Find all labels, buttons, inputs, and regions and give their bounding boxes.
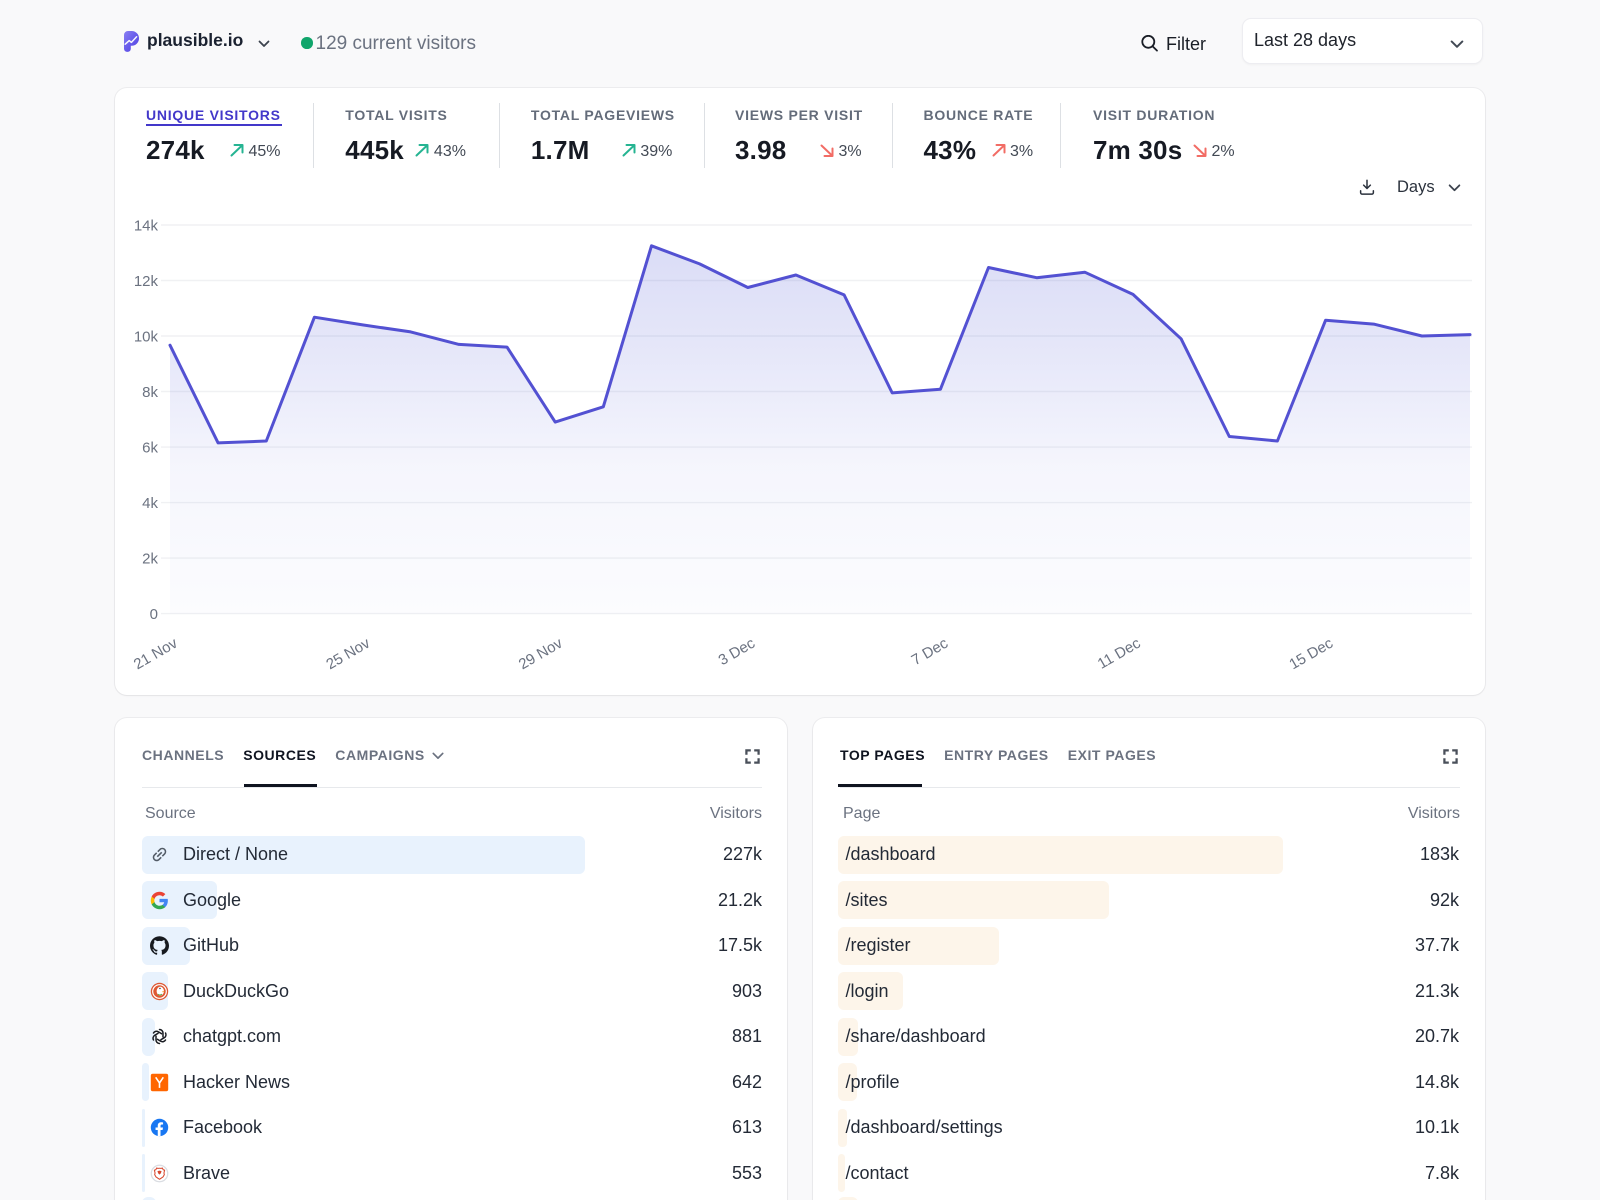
svg-text:2k: 2k [142,551,158,568]
svg-text:15 Dec: 15 Dec [1286,634,1336,673]
svg-text:7 Dec: 7 Dec [909,634,952,669]
svg-text:12k: 12k [134,273,159,290]
svg-text:14k: 14k [134,218,159,235]
svg-text:11 Dec: 11 Dec [1095,634,1144,672]
svg-text:4k: 4k [142,495,158,512]
svg-text:25 Nov: 25 Nov [323,634,373,673]
svg-text:10k: 10k [134,329,159,346]
svg-text:6k: 6k [142,440,158,457]
svg-text:3 Dec: 3 Dec [716,634,759,669]
svg-text:8k: 8k [142,384,158,401]
svg-text:0: 0 [150,606,158,623]
svg-text:29 Nov: 29 Nov [516,634,566,673]
svg-text:21 Nov: 21 Nov [131,634,181,673]
